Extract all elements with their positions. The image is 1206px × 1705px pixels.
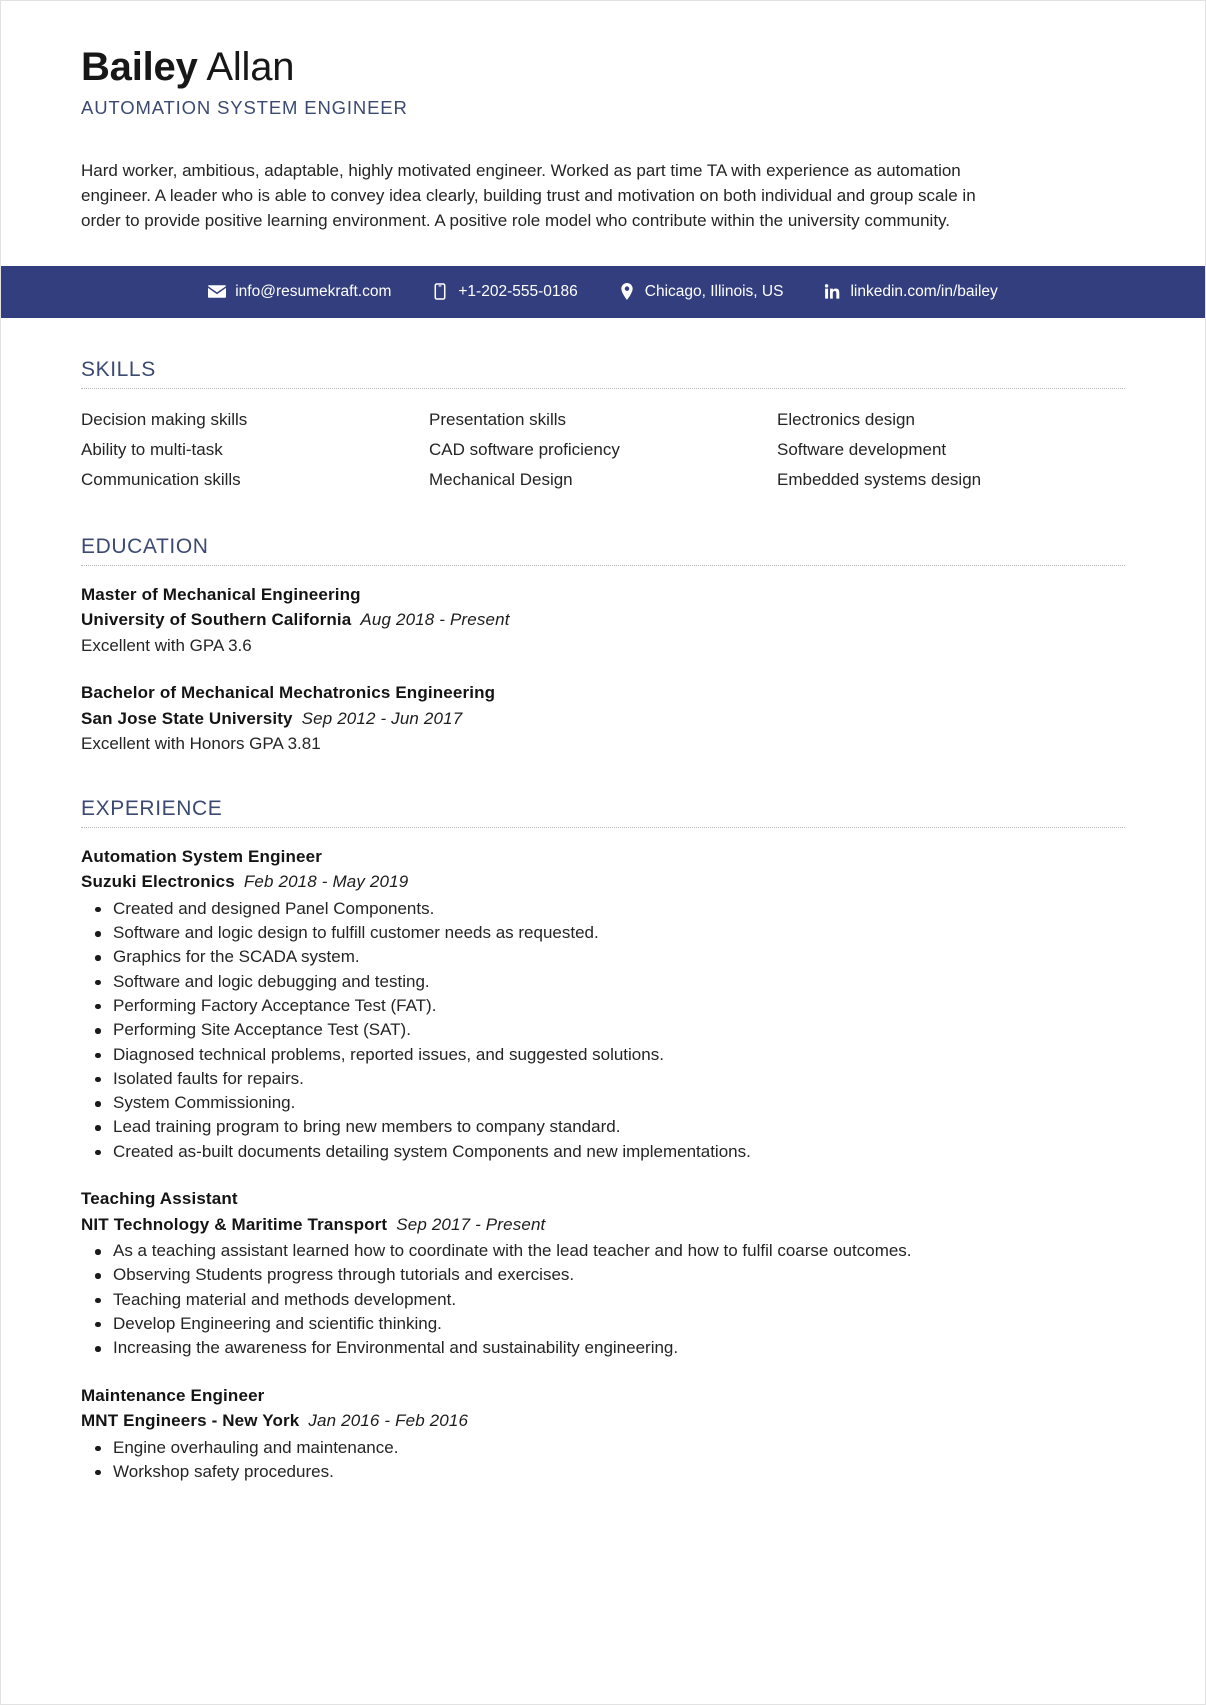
first-name: Bailey — [81, 45, 198, 89]
experience-entry: Teaching Assistant NIT Technology & Mari… — [81, 1186, 1125, 1360]
education-school: University of Southern California — [81, 610, 352, 630]
experience-bullet-list: Engine overhauling and maintenance. Work… — [81, 1436, 1125, 1485]
education-dates: Aug 2018 - Present — [360, 610, 510, 630]
contact-bar: info@resumekraft.com +1-202-555-0186 Chi… — [1, 265, 1205, 318]
skill-item: Mechanical Design — [429, 469, 573, 489]
resume-header: Bailey Allan AUTOMATION SYSTEM ENGINEER — [81, 1, 1125, 119]
last-name: Allan — [206, 45, 295, 89]
candidate-job-title: AUTOMATION SYSTEM ENGINEER — [81, 96, 408, 118]
experience-dates: Sep 2017 - Present — [396, 1214, 546, 1234]
experience-role: Maintenance Engineer — [81, 1385, 265, 1405]
experience-entry: Maintenance Engineer MNT Engineers - New… — [81, 1383, 1125, 1485]
experience-role: Automation System Engineer — [81, 846, 322, 866]
experience-bullet-list: As a teaching assistant learned how to c… — [81, 1239, 1125, 1360]
contact-linkedin-text: linkedin.com/in/bailey — [850, 282, 998, 300]
skills-section-title: SKILLS — [81, 357, 156, 381]
skills-column-3: Electronics design Software development … — [777, 405, 1125, 495]
experience-company-line: NIT Technology & Maritime Transport Sep 2… — [81, 1212, 1125, 1238]
experience-divider — [81, 826, 1125, 828]
contact-email-text: info@resumekraft.com — [235, 282, 392, 300]
experience-company-line: Suzuki Electronics Feb 2018 - May 2019 — [81, 869, 1125, 895]
contact-location[interactable]: Chicago, Illinois, US — [618, 282, 784, 301]
education-degree: Bachelor of Mechanical Mechatronics Engi… — [81, 683, 496, 703]
experience-company: Suzuki Electronics — [81, 872, 235, 892]
skills-grid: Decision making skills Ability to multi-… — [81, 405, 1125, 495]
resume-page: Bailey Allan AUTOMATION SYSTEM ENGINEER … — [0, 0, 1206, 1705]
experience-bullet: Software and logic debugging and testing… — [81, 970, 1125, 994]
experience-bullet: Workshop safety procedures. — [81, 1460, 1125, 1484]
skills-column-2: Presentation skills CAD software profici… — [429, 405, 777, 495]
skill-item: Ability to multi-task — [81, 439, 223, 459]
contact-linkedin[interactable]: linkedin.com/in/bailey — [823, 282, 998, 301]
education-entry: Bachelor of Mechanical Mechatronics Engi… — [81, 680, 1125, 757]
experience-bullet: Created and designed Panel Components. — [81, 897, 1125, 921]
education-section: EDUCATION Master of Mechanical Engineeri… — [81, 535, 1125, 757]
experience-bullet: Software and logic design to fulfill cus… — [81, 921, 1125, 945]
education-school-line: San Jose State University Sep 2012 - Jun … — [81, 706, 1125, 732]
experience-bullet: Engine overhauling and maintenance. — [81, 1436, 1125, 1460]
map-pin-icon — [618, 283, 636, 301]
experience-bullet: System Commissioning. — [81, 1091, 1125, 1115]
experience-bullet: Increasing the awareness for Environment… — [81, 1336, 1125, 1360]
education-entry: Master of Mechanical Engineering Univers… — [81, 582, 1125, 659]
experience-bullet-list: Created and designed Panel Components. S… — [81, 897, 1125, 1164]
skill-item: Software development — [777, 439, 947, 459]
skill-item: Embedded systems design — [777, 469, 982, 489]
education-note: Excellent with GPA 3.6 — [81, 635, 252, 655]
experience-bullet: Observing Students progress through tuto… — [81, 1263, 1125, 1287]
experience-company: NIT Technology & Maritime Transport — [81, 1214, 388, 1234]
skill-item: Presentation skills — [429, 409, 567, 429]
experience-bullet: Teaching material and methods developmen… — [81, 1288, 1125, 1312]
experience-role: Teaching Assistant — [81, 1189, 238, 1209]
candidate-name: Bailey Allan — [81, 45, 1125, 90]
skills-column-1: Decision making skills Ability to multi-… — [81, 405, 429, 495]
skill-item: Electronics design — [777, 409, 915, 429]
experience-dates: Feb 2018 - May 2019 — [243, 872, 409, 892]
experience-bullet: Performing Site Acceptance Test (SAT). — [81, 1018, 1125, 1042]
experience-bullet: Performing Factory Acceptance Test (FAT)… — [81, 994, 1125, 1018]
contact-email[interactable]: info@resumekraft.com — [208, 283, 391, 301]
experience-bullet: Isolated faults for repairs. — [81, 1067, 1125, 1091]
experience-bullet: Develop Engineering and scientific think… — [81, 1312, 1125, 1336]
contact-phone-text: +1-202-555-0186 — [458, 282, 578, 300]
education-degree: Master of Mechanical Engineering — [81, 584, 361, 604]
education-school-line: University of Southern California Aug 201… — [81, 607, 1125, 633]
experience-section: EXPERIENCE Automation System Engineer Su… — [81, 797, 1125, 1484]
skills-divider — [81, 387, 1125, 389]
experience-bullet: Lead training program to bring new membe… — [81, 1115, 1125, 1139]
experience-bullet: Diagnosed technical problems, reported i… — [81, 1043, 1125, 1067]
experience-company-line: MNT Engineers - New York Jan 2016 - Feb 2… — [81, 1408, 1125, 1434]
education-divider — [81, 564, 1125, 566]
skill-item: CAD software proficiency — [429, 439, 620, 459]
skill-item: Decision making skills — [81, 409, 248, 429]
education-note: Excellent with Honors GPA 3.81 — [81, 734, 321, 754]
mobile-phone-icon — [431, 283, 449, 301]
education-dates: Sep 2012 - Jun 2017 — [301, 708, 463, 728]
experience-bullet: Graphics for the SCADA system. — [81, 945, 1125, 969]
skill-item: Communication skills — [81, 469, 241, 489]
linkedin-icon — [823, 283, 841, 301]
education-section-title: EDUCATION — [81, 534, 209, 558]
contact-location-text: Chicago, Illinois, US — [644, 282, 784, 300]
professional-summary: Hard worker, ambitious, adaptable, highl… — [81, 160, 976, 230]
education-school: San Jose State University — [81, 708, 293, 728]
skills-section: SKILLS Decision making skills Ability to… — [81, 358, 1125, 495]
experience-company: MNT Engineers - New York — [81, 1411, 300, 1430]
experience-dates: Jan 2016 - Feb 2016 — [308, 1411, 469, 1430]
envelope-icon — [208, 283, 227, 301]
experience-entry: Automation System Engineer Suzuki Electr… — [81, 844, 1125, 1164]
contact-phone[interactable]: +1-202-555-0186 — [431, 282, 578, 301]
experience-bullet: As a teaching assistant learned how to c… — [81, 1239, 1125, 1263]
experience-section-title: EXPERIENCE — [81, 796, 223, 820]
experience-bullet: Created as-built documents detailing sys… — [81, 1140, 1125, 1164]
